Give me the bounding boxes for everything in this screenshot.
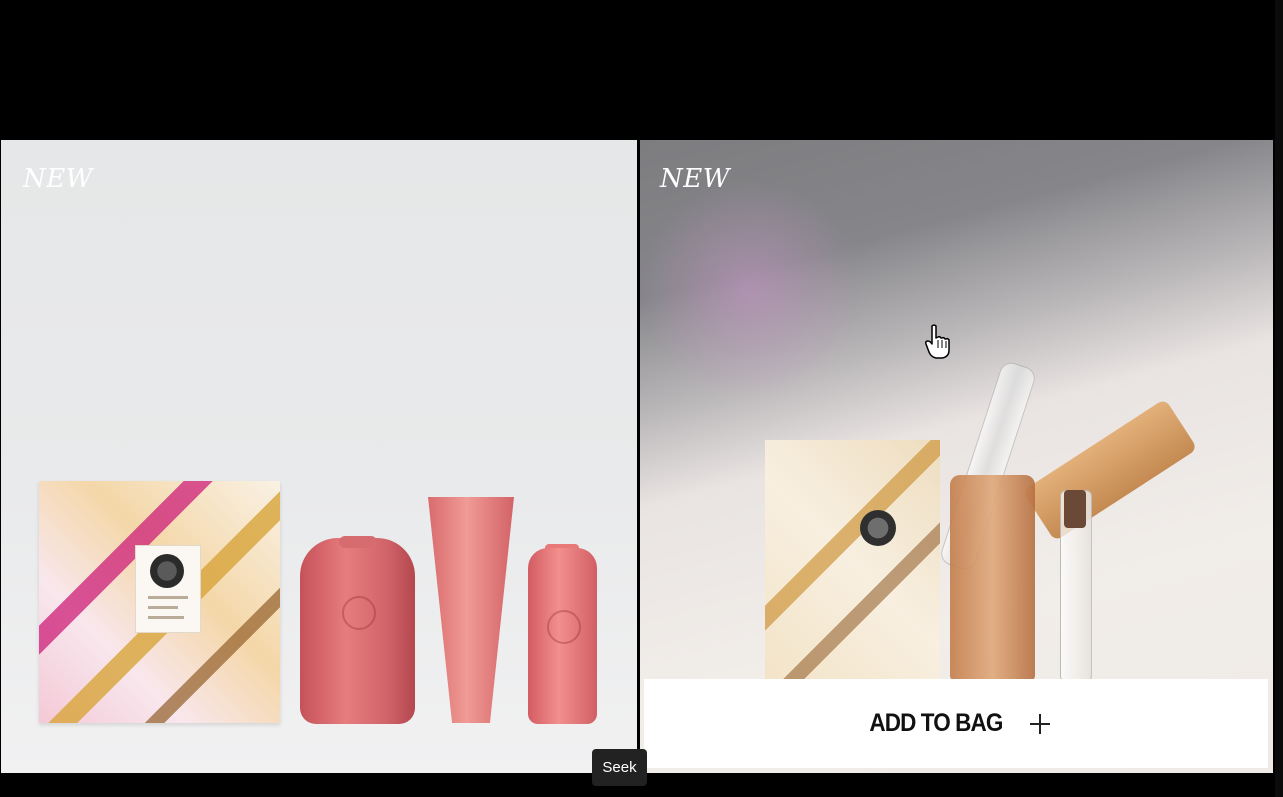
bottle-emblem-icon: [547, 610, 581, 644]
new-badge: NEW: [660, 164, 730, 194]
plus-icon: [1029, 713, 1050, 734]
gift-box-label: [135, 545, 201, 633]
product-card-bright-blonde-set[interactable]: NEW: [1, 140, 637, 773]
gift-box-image: [39, 481, 280, 723]
light-haze: [640, 180, 860, 400]
right-edge-strip: [1275, 0, 1283, 797]
shampoo-bottle-image: [300, 538, 415, 724]
conditioner-tube-image: [428, 497, 514, 723]
add-to-bag-label: ADD TO BAG: [869, 709, 1003, 737]
brand-seal-icon: [150, 554, 184, 588]
amber-bottle-image: [950, 475, 1035, 680]
gift-box-image: [765, 440, 940, 680]
product-card-cote-d-azur-set[interactable]: NEW ADD TO BAG: [640, 140, 1273, 773]
label-line: [148, 616, 184, 619]
bottle-emblem-icon: [342, 596, 376, 630]
shampoo-bottle-cap: [339, 536, 377, 548]
brand-seal-icon: [860, 510, 896, 546]
hand-cursor-icon: [925, 324, 950, 359]
serum-bottle-image: [528, 548, 597, 724]
add-to-bag-button[interactable]: ADD TO BAG: [644, 679, 1268, 768]
label-line: [148, 606, 178, 609]
top-black-band: [0, 0, 1283, 140]
label-line: [148, 596, 188, 599]
seek-tooltip: Seek: [592, 749, 647, 786]
video-stage[interactable]: NEW NEW ADD TO BAG Seek: [0, 0, 1283, 797]
vial-cap: [1064, 490, 1086, 528]
new-badge: NEW: [23, 164, 93, 194]
hand-cream-tube-image: [1022, 398, 1198, 542]
